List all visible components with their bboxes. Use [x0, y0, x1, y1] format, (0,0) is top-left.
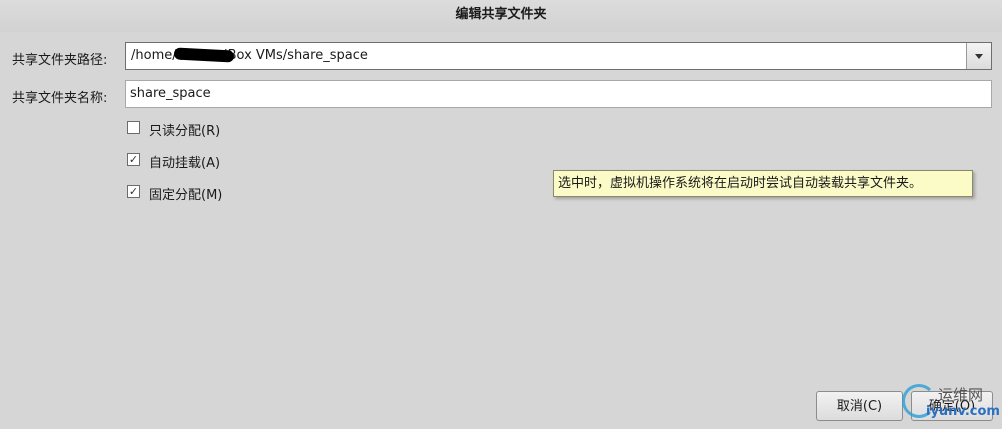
watermark-logo: 运维网 iyunv.com	[902, 380, 1002, 429]
name-field[interactable]	[130, 86, 980, 101]
dialog-title: 编辑共享文件夹	[0, 0, 1002, 32]
automount-label[interactable]: 自动挂载(A)	[149, 152, 220, 171]
path-combobox[interactable]: /home/ /VirtualBox VMs/share_space	[125, 42, 992, 70]
path-value: /home/ /VirtualBox VMs/share_space	[131, 48, 368, 63]
cancel-button[interactable]: 取消(C)	[816, 391, 903, 421]
path-dropdown-button[interactable]	[966, 43, 991, 69]
name-field-frame[interactable]	[125, 80, 992, 108]
checkmark-icon[interactable]: ✓	[127, 185, 140, 198]
chevron-down-icon	[975, 54, 983, 59]
checkbox-box[interactable]	[127, 121, 140, 134]
checkmark-icon[interactable]: ✓	[127, 153, 140, 166]
watermark-url: iyunv.com	[926, 404, 1000, 419]
watermark-text: 运维网	[938, 386, 984, 404]
permanent-label[interactable]: 固定分配(M)	[149, 184, 222, 203]
path-label: 共享文件夹路径:	[12, 53, 108, 68]
readonly-label[interactable]: 只读分配(R)	[149, 120, 220, 139]
name-label: 共享文件夹名称:	[12, 91, 108, 106]
automount-tooltip: 选中时，虚拟机操作系统将在启动时尝试自动装载共享文件夹。	[553, 170, 973, 197]
